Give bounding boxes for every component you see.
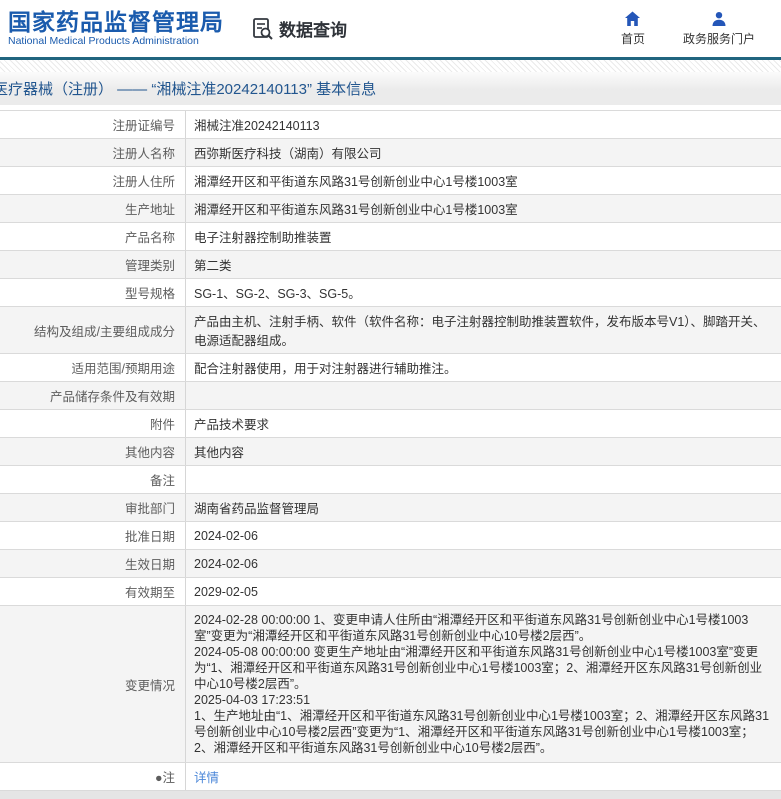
- table-row: 附件 产品技术要求: [0, 410, 781, 438]
- row-label: ●注: [0, 763, 186, 790]
- row-label: 管理类别: [0, 251, 186, 278]
- row-value: 第二类: [194, 259, 232, 273]
- table-row: 适用范围/预期用途 配合注射器使用，用于对注射器进行辅助推注。: [0, 354, 781, 382]
- nav-portal-label: 政务服务门户: [682, 31, 755, 46]
- row-label: 有效期至: [0, 578, 186, 605]
- row-label: 型号规格: [0, 279, 186, 306]
- hatch-band: [0, 60, 781, 72]
- nav-home[interactable]: 首页: [621, 11, 645, 47]
- row-label: 注册人名称: [0, 139, 186, 166]
- row-value: 2024-02-28 00:00:00 1、变更申请人住所由“湘潭经开区和平街道…: [194, 613, 770, 755]
- row-label: 产品储存条件及有效期: [0, 382, 186, 409]
- row-label: 审批部门: [0, 494, 186, 521]
- row-label: 其他内容: [0, 438, 186, 465]
- row-value: 产品由主机、注射手柄、软件（软件名称：电子注射器控制助推装置软件，发布版本号V1…: [194, 315, 766, 348]
- row-value: 详情: [186, 763, 781, 790]
- row-value: [186, 466, 781, 493]
- row-label: 适用范围/预期用途: [0, 354, 186, 381]
- logo-title: 国家药品监督管理局: [8, 8, 224, 35]
- row-label: 结构及组成/主要组成成分: [0, 307, 186, 353]
- table-row: 结构及组成/主要组成成分 产品由主机、注射手柄、软件（软件名称：电子注射器控制助…: [0, 307, 781, 354]
- table-row: 注册人住所 湘潭经开区和平街道东风路31号创新创业中心1号楼1003室: [0, 167, 781, 195]
- nav-portal[interactable]: 政务服务门户: [683, 11, 755, 47]
- row-value: 湘械注准20242140113: [194, 119, 320, 133]
- row-label: 附件: [0, 410, 186, 437]
- table-row: 产品名称 电子注射器控制助推装置: [0, 223, 781, 251]
- nmpa-logo[interactable]: 国家药品监督管理局 National Medical Products Admi…: [8, 8, 224, 48]
- page-title: 医疗器械（注册） —— “湘械注准20242140113” 基本信息: [0, 81, 377, 98]
- row-label: 备注: [0, 466, 186, 493]
- site-header: 国家药品监督管理局 National Medical Products Admi…: [0, 0, 781, 57]
- row-label: 产品名称: [0, 223, 186, 250]
- row-value: SG-1、SG-2、SG-3、SG-5。: [194, 287, 361, 301]
- row-label: 生产地址: [0, 195, 186, 222]
- row-label: 变更情况: [0, 606, 186, 762]
- table-row: 注册证编号 湘械注准20242140113: [0, 111, 781, 139]
- table-row: 批准日期 2024-02-06: [0, 522, 781, 550]
- row-value: [186, 382, 781, 409]
- table-row: 有效期至 2029-02-05: [0, 578, 781, 606]
- row-value: 湖南省药品监督管理局: [194, 502, 320, 516]
- row-label: 生效日期: [0, 550, 186, 577]
- table-row: 型号规格 SG-1、SG-2、SG-3、SG-5。: [0, 279, 781, 307]
- row-value: 产品技术要求: [194, 418, 270, 432]
- row-value: 2024-02-06: [194, 556, 258, 571]
- table-row: 注册人名称 西弥斯医疗科技（湖南）有限公司: [0, 139, 781, 167]
- data-query-button[interactable]: 数据查询: [252, 16, 347, 41]
- data-query-label: 数据查询: [279, 21, 347, 40]
- table-row: ●注 详情: [0, 763, 781, 791]
- row-value: 西弥斯医疗科技（湖南）有限公司: [194, 147, 382, 161]
- row-value: 2029-02-05: [194, 584, 258, 599]
- home-icon: [624, 11, 641, 27]
- row-label: 批准日期: [0, 522, 186, 549]
- logo-subtitle: National Medical Products Administration: [8, 34, 199, 47]
- document-search-icon: [252, 17, 274, 41]
- table-row: 产品储存条件及有效期: [0, 382, 781, 410]
- registration-info-table: 注册证编号 湘械注准20242140113 注册人名称 西弥斯医疗科技（湖南）有…: [0, 110, 781, 791]
- detail-link[interactable]: 详情: [194, 767, 219, 786]
- row-value: 湘潭经开区和平街道东风路31号创新创业中心1号楼1003室: [194, 203, 518, 217]
- table-row: 变更情况 2024-02-28 00:00:00 1、变更申请人住所由“湘潭经开…: [0, 606, 781, 763]
- footer-band: [0, 791, 781, 799]
- nav-home-label: 首页: [620, 31, 645, 46]
- row-value: 湘潭经开区和平街道东风路31号创新创业中心1号楼1003室: [194, 175, 518, 189]
- row-value: 2024-02-06: [194, 528, 258, 543]
- table-row: 审批部门 湖南省药品监督管理局: [0, 494, 781, 522]
- page-title-bar: 医疗器械（注册） —— “湘械注准20242140113” 基本信息: [0, 72, 781, 105]
- person-icon: [711, 11, 727, 27]
- row-value: 其他内容: [194, 446, 245, 460]
- header-nav: 首页 政务服务门户: [621, 11, 755, 47]
- table-row: 备注: [0, 466, 781, 494]
- row-value: 配合注射器使用，用于对注射器进行辅助推注。: [194, 362, 457, 376]
- table-row: 管理类别 第二类: [0, 251, 781, 279]
- row-label: 注册证编号: [0, 111, 186, 138]
- table-row: 生产地址 湘潭经开区和平街道东风路31号创新创业中心1号楼1003室: [0, 195, 781, 223]
- row-value: 电子注射器控制助推装置: [194, 231, 332, 245]
- table-row: 生效日期 2024-02-06: [0, 550, 781, 578]
- table-row: 其他内容 其他内容: [0, 438, 781, 466]
- row-label: 注册人住所: [0, 167, 186, 194]
